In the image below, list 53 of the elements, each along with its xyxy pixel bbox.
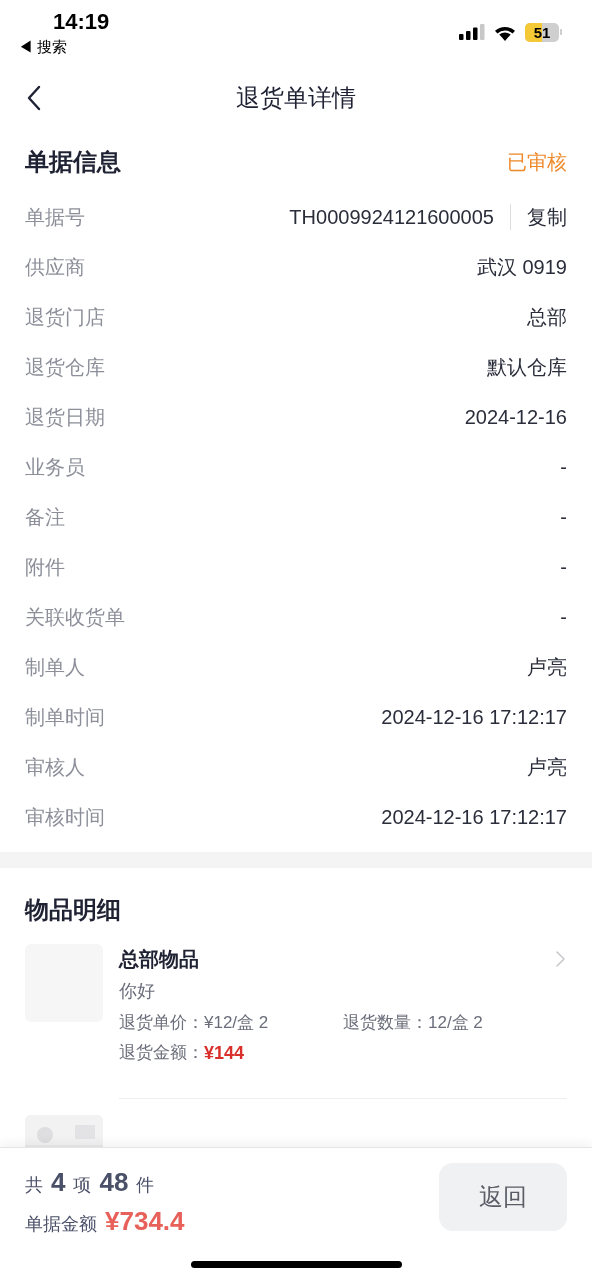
field-value: 默认仓库 — [487, 355, 567, 380]
status-label: 已审核 — [507, 150, 567, 175]
total-text: 共 — [25, 1174, 43, 1197]
section-title: 单据信息 — [25, 147, 121, 177]
amount-label: 退货金额： — [119, 1042, 204, 1064]
battery-level-text: 51 — [533, 24, 551, 40]
field-label: 关联收货单 — [25, 605, 125, 630]
piece-count: 48 — [99, 1166, 129, 1199]
total-amount-label: 单据金额 — [25, 1213, 97, 1236]
back-to-app-link[interactable]: ◀ 搜索 — [18, 37, 68, 57]
field-value: 2024-12-16 17:12:17 — [381, 705, 567, 730]
field-value: TH0009924121600005 — [289, 205, 494, 230]
total-text: 项 — [73, 1174, 92, 1197]
price-label: 退货单价： — [119, 1012, 204, 1034]
field-label: 制单人 — [25, 655, 85, 680]
page-title: 退货单详情 — [236, 83, 356, 113]
copy-button[interactable]: 复制 — [527, 202, 567, 232]
return-button[interactable]: 返回 — [439, 1163, 567, 1231]
back-icon — [27, 85, 41, 111]
field-value: 卢亮 — [527, 755, 567, 780]
field-label: 审核人 — [25, 755, 85, 780]
field-label: 附件 — [25, 555, 65, 580]
field-label: 退货门店 — [25, 305, 105, 330]
field-label: 业务员 — [25, 455, 85, 480]
field-value: 卢亮 — [527, 655, 567, 680]
field-value: 总部 — [527, 305, 567, 330]
field-label: 制单时间 — [25, 705, 105, 730]
field-label: 审核时间 — [25, 805, 105, 830]
field-value: - — [560, 505, 567, 530]
chevron-right-icon — [556, 951, 565, 967]
amount-value: ¥144 — [204, 1042, 245, 1065]
field-label: 退货仓库 — [25, 355, 105, 380]
total-text: 件 — [136, 1174, 155, 1197]
total-amount: ¥734.4 — [105, 1205, 185, 1238]
field-value: - — [560, 605, 567, 630]
item-count: 4 — [51, 1166, 66, 1199]
field-value: - — [560, 555, 567, 580]
field-label: 单据号 — [25, 205, 85, 230]
quantity-value: 12/盒 2 — [428, 1012, 483, 1034]
field-value: 2024-12-16 17:12:17 — [381, 805, 567, 830]
field-label: 备注 — [25, 505, 65, 530]
status-time: 14:19 — [53, 8, 110, 36]
quantity-label: 退货数量： — [343, 1012, 428, 1034]
signal-icon — [459, 24, 485, 40]
product-spec: 你好 — [119, 980, 156, 1003]
field-value: 武汉 0919 — [476, 255, 567, 280]
field-value: 2024-12-16 — [464, 405, 567, 430]
section-title: 物品明细 — [25, 895, 122, 925]
field-value: - — [560, 455, 567, 480]
field-label: 退货日期 — [25, 405, 105, 430]
price-value: ¥12/盒 2 — [204, 1012, 269, 1034]
field-label: 供应商 — [25, 255, 85, 280]
product-name[interactable]: 总部物品 — [119, 944, 199, 974]
